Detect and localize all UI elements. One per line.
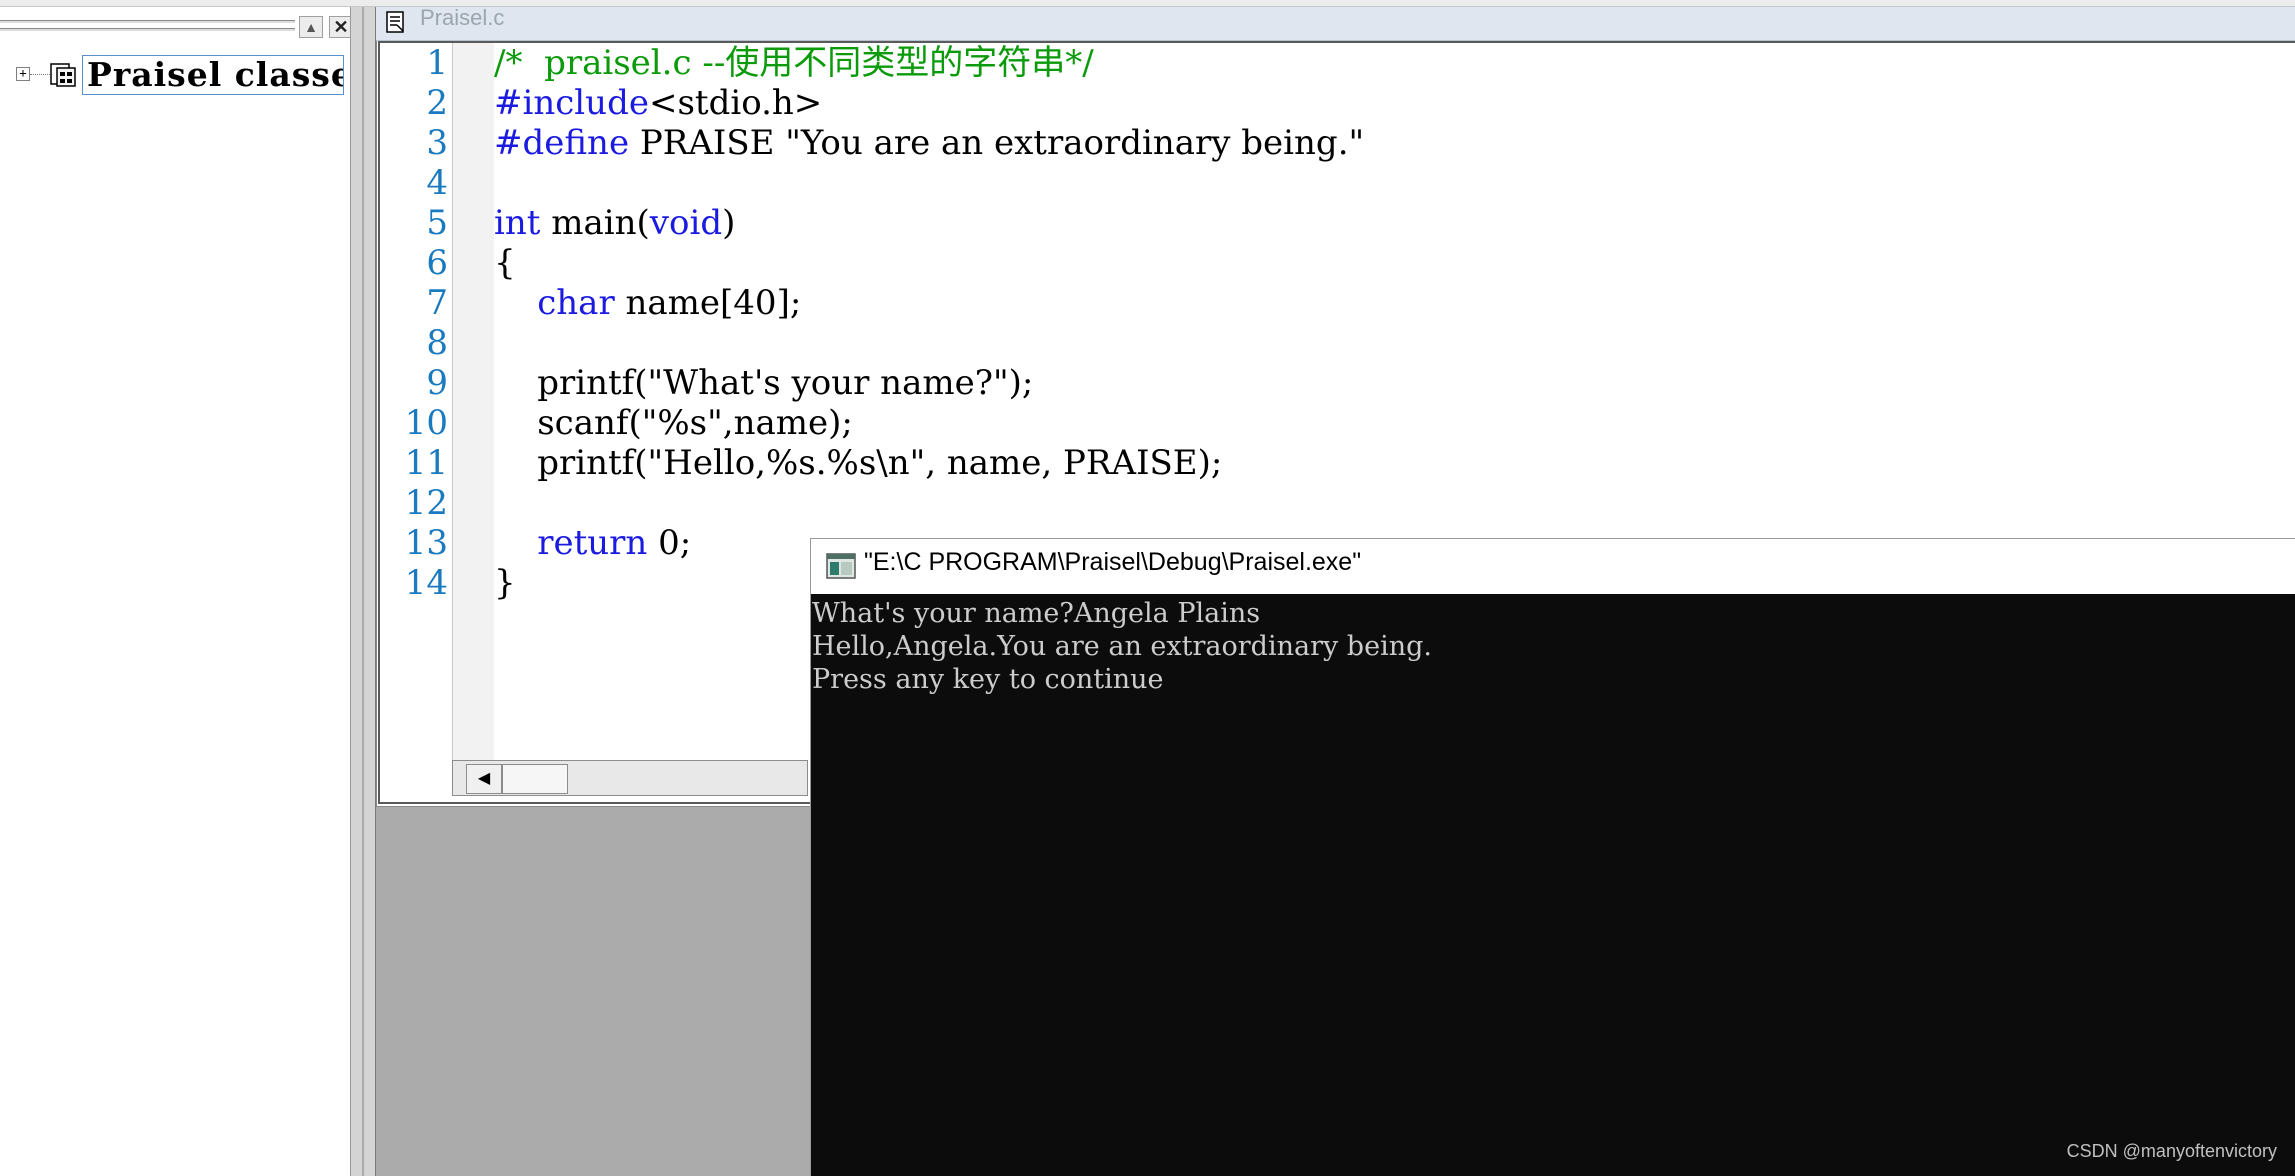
line-number: 10 <box>404 403 448 443</box>
console-app-icon <box>826 553 856 579</box>
code-text: name[40]; <box>614 283 802 323</box>
pane-restore-button[interactable]: ▲ <box>299 16 323 38</box>
code-text: PRAISE "You are an extraordinary being." <box>629 123 1365 163</box>
line-number: 6 <box>426 243 448 283</box>
code-line-5: int main(void) <box>494 203 735 243</box>
code-line-6: { <box>494 243 516 283</box>
keyword-token: return <box>537 523 648 563</box>
code-line-10: scanf("%s",name); <box>494 403 853 443</box>
line-number: 11 <box>404 443 448 483</box>
line-number: 3 <box>426 123 448 163</box>
console-line: What's your name?Angela Plains <box>812 598 1261 629</box>
code-line-9: printf("What's your name?"); <box>494 363 1034 403</box>
pane-grip-top[interactable] <box>0 20 295 24</box>
code-line-11: printf("Hello,%s.%s\n", name, PRAISE); <box>494 443 1223 483</box>
tree-expand-toggle[interactable]: + <box>16 67 30 81</box>
top-toolbar-strip <box>0 0 2295 7</box>
code-line-1: /* praisel.c --使用不同类型的字符串*/ <box>494 43 1094 83</box>
line-number: 1 <box>426 43 448 83</box>
preprocessor-token: #define <box>494 123 630 163</box>
code-line-7: char name[40]; <box>494 283 801 323</box>
console-line: Press any key to continue <box>812 664 1164 695</box>
editor-titlebar[interactable] <box>376 7 2295 41</box>
line-number: 14 <box>404 563 448 603</box>
pane-grip-bottom[interactable] <box>0 28 295 32</box>
code-line-2: #include<stdio.h> <box>494 83 822 123</box>
code-line-14: } <box>494 563 516 603</box>
line-number: 4 <box>426 163 448 203</box>
scroll-left-button[interactable]: ◀ <box>466 764 502 794</box>
line-number: 8 <box>426 323 448 363</box>
class-view-pane <box>0 7 350 1176</box>
code-text: ) <box>722 203 736 243</box>
tree-item-classes[interactable]: Praisel classes <box>82 55 344 95</box>
preprocessor-token: #include <box>494 83 649 123</box>
keyword-token: int <box>494 203 541 243</box>
line-number: 2 <box>426 83 448 123</box>
source-file-icon <box>386 11 404 33</box>
line-number: 9 <box>426 363 448 403</box>
line-number: 13 <box>404 523 448 563</box>
line-number: 7 <box>426 283 448 323</box>
splitter-line <box>362 7 364 1176</box>
class-folder-icon <box>50 63 76 87</box>
keyword-token: void <box>649 203 723 243</box>
tree-connector <box>30 74 50 75</box>
code-text: <stdio.h> <box>648 83 823 123</box>
line-number: 12 <box>404 483 448 523</box>
keyword-token: char <box>537 283 615 323</box>
code-line-13: return 0; <box>494 523 691 563</box>
console-line: Hello,Angela.You are an extraordinary be… <box>812 631 1432 662</box>
code-text: main( <box>540 203 650 243</box>
code-text: 0; <box>647 523 692 563</box>
watermark: CSDN @manyoftenvictory <box>2066 1141 2277 1161</box>
console-title: "E:\C PROGRAM\Praisel\Debug\Praisel.exe" <box>864 548 1362 576</box>
line-number: 5 <box>426 203 448 243</box>
selection-margin[interactable] <box>452 43 494 795</box>
editor-title: Praisel.c <box>420 5 505 30</box>
code-line-3: #define PRAISE "You are an extraordinary… <box>494 123 1364 163</box>
scroll-thumb[interactable] <box>502 764 568 794</box>
comment-token: /* praisel.c --使用不同类型的字符串*/ <box>494 43 1094 83</box>
